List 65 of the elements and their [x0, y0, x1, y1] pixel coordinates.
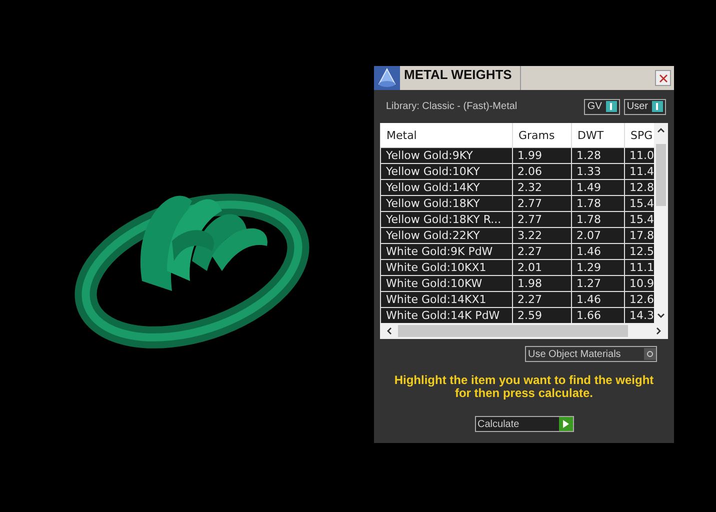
close-button[interactable] [655, 70, 671, 86]
table-cell: 2.01 [512, 260, 571, 276]
library-label: Library: Classic - (Fast)-Metal [386, 101, 518, 112]
table-cell: 2.07 [571, 228, 624, 244]
table-cell: 15.4 [624, 212, 654, 228]
table-cell: 11.0 [624, 148, 654, 164]
table-cell: 14.3 [624, 308, 654, 323]
table-cell: 1.78 [571, 196, 624, 212]
table-cell: 2.59 [512, 308, 571, 323]
table-cell: 10.9 [624, 276, 654, 292]
table-cell: 2.27 [512, 292, 571, 308]
column-header[interactable]: DWT [571, 123, 624, 148]
table-cell: 1.33 [571, 164, 624, 180]
table-cell: 3.22 [512, 228, 571, 244]
table-cell: White Gold:14KX1 [380, 292, 512, 308]
table-cell: 12.6 [624, 292, 654, 308]
scroll-up-icon [657, 127, 665, 133]
table-cell: 1.29 [571, 260, 624, 276]
table-cell: Yellow Gold:14KY [380, 180, 512, 196]
table-cell: 2.32 [512, 180, 571, 196]
scroll-thumb[interactable] [656, 144, 666, 206]
window-title: METAL WEIGHTS [400, 66, 521, 90]
table-cell: 12.5 [624, 244, 654, 260]
use-object-materials-toggle[interactable]: Use Object Materials [525, 346, 657, 362]
table-cell: 17.8 [624, 228, 654, 244]
table-cell: 2.06 [512, 164, 571, 180]
table-cell: White Gold:14K PdW [380, 308, 512, 323]
toggle-button[interactable]: User [624, 98, 666, 114]
column-header[interactable]: Metal [380, 123, 512, 148]
table-cell: White Gold:9K PdW [380, 244, 512, 260]
close-icon [658, 74, 668, 82]
column-header[interactable]: Grams [512, 123, 571, 148]
table-cell: 2.77 [512, 196, 571, 212]
table-cell: 1.28 [571, 148, 624, 164]
table-cell: 1.98 [512, 276, 571, 292]
table-cell: 1.49 [571, 180, 624, 196]
table-cell: 2.77 [512, 212, 571, 228]
table-cell: 1.46 [571, 292, 624, 308]
table-cell: 11.1 [624, 260, 654, 276]
calculate-button[interactable]: Calculate [474, 416, 574, 432]
table-cell: 15.4 [624, 196, 654, 212]
table-cell: 12.8 [624, 180, 654, 196]
table-cell: Yellow Gold:22KY [380, 228, 512, 244]
play-icon [558, 417, 572, 431]
table-cell: 11.4 [624, 164, 654, 180]
table-cell: White Gold:10KW [380, 276, 512, 292]
table-cell: 1.27 [571, 276, 624, 292]
table-cell: Yellow Gold:18KY [380, 196, 512, 212]
scroll-right-icon [656, 327, 662, 335]
scroll-thumb[interactable] [398, 325, 628, 337]
table-cell: 1.46 [571, 244, 624, 260]
toggle-button[interactable]: GV [584, 98, 620, 114]
column-header[interactable]: SPG [624, 123, 654, 148]
table-cell: 1.99 [512, 148, 571, 164]
table-cell: 1.78 [571, 212, 624, 228]
scroll-left-icon [386, 327, 392, 335]
table-cell: Yellow Gold:9KY [380, 148, 512, 164]
instruction-text: Highlight the item you want to find the weight for then press calculate. [393, 374, 655, 400]
table-cell: White Gold:10KX1 [380, 260, 512, 276]
table-cell: 2.27 [512, 244, 571, 260]
table-cell: Yellow Gold:10KY [380, 164, 512, 180]
table-cell: 1.66 [571, 308, 624, 323]
scroll-down-icon [657, 313, 665, 319]
cone-icon [374, 66, 400, 90]
table-cell: Yellow Gold:18KY R... [380, 212, 512, 228]
